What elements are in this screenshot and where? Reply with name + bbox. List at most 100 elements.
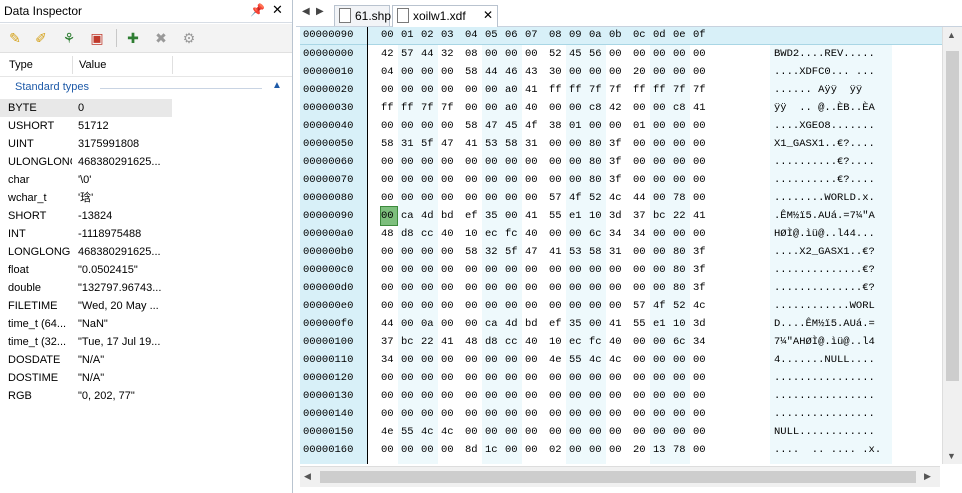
- type-value[interactable]: "N/A": [78, 351, 172, 369]
- hex-byte[interactable]: 00: [485, 189, 501, 207]
- hex-byte[interactable]: 38: [549, 117, 565, 135]
- hex-byte[interactable]: 00: [609, 279, 625, 297]
- hex-byte[interactable]: 00: [465, 153, 481, 171]
- hex-byte[interactable]: 00: [525, 153, 541, 171]
- ascii-text[interactable]: ............WORL: [774, 297, 875, 315]
- hex-byte[interactable]: 00: [569, 405, 585, 423]
- hex-byte[interactable]: 3f: [693, 243, 709, 261]
- type-value[interactable]: "Wed, 20 May ...: [78, 297, 172, 315]
- hex-byte[interactable]: 7f: [693, 81, 709, 99]
- tab-file-2[interactable]: xoilw1.xdf ✕: [392, 5, 498, 27]
- hex-byte[interactable]: ec: [485, 225, 501, 243]
- hex-byte[interactable]: 00: [693, 117, 709, 135]
- hex-byte[interactable]: 00: [465, 99, 481, 117]
- hex-byte[interactable]: 7f: [673, 81, 689, 99]
- hex-row[interactable]: 00000160 00 00 00 00 8d 1c 00 00 02 00 00 00 20 13 78 00…: [300, 441, 943, 459]
- hex-byte[interactable]: 20: [633, 63, 649, 81]
- hex-byte[interactable]: 00: [381, 153, 397, 171]
- hex-byte[interactable]: 3f: [609, 153, 625, 171]
- hex-byte[interactable]: 00: [485, 99, 501, 117]
- hex-byte[interactable]: 6c: [589, 225, 605, 243]
- hex-byte[interactable]: 4c: [441, 423, 457, 441]
- hex-byte[interactable]: 40: [441, 225, 457, 243]
- hex-byte[interactable]: d8: [401, 225, 417, 243]
- type-value[interactable]: 468380291625...: [78, 153, 172, 171]
- hex-byte[interactable]: 58: [465, 243, 481, 261]
- hex-byte[interactable]: 00: [381, 441, 397, 459]
- hex-byte[interactable]: 00: [465, 423, 481, 441]
- hex-row[interactable]: 00000050 58 31 5f 47 41 53 58 31 00 00 80 3f 00 00 00 00…: [300, 135, 943, 153]
- hex-row[interactable]: 00000140 00 00 00 00 00 00 00 00 00 00 00 00 00 00 00 00…: [300, 405, 943, 423]
- hex-byte[interactable]: 40: [609, 333, 625, 351]
- hex-byte[interactable]: 00: [589, 261, 605, 279]
- hex-byte[interactable]: 4f: [525, 117, 541, 135]
- hex-byte[interactable]: 00: [525, 441, 541, 459]
- hex-byte[interactable]: 00: [673, 405, 689, 423]
- hex-byte[interactable]: 00: [421, 189, 437, 207]
- hex-byte[interactable]: 41: [525, 81, 541, 99]
- inspector-row[interactable]: SHORT -13824: [0, 207, 292, 225]
- hex-byte[interactable]: 00: [401, 297, 417, 315]
- type-value[interactable]: "132797.96743...: [78, 279, 172, 297]
- hex-byte[interactable]: 00: [653, 243, 669, 261]
- hex-byte[interactable]: 00: [549, 405, 565, 423]
- hex-byte[interactable]: 80: [589, 135, 605, 153]
- hex-byte[interactable]: 00: [421, 369, 437, 387]
- hex-byte[interactable]: 45: [569, 45, 585, 63]
- ascii-text[interactable]: .ÊM½ï5.AUá.=7¼"A: [774, 207, 875, 225]
- hex-byte[interactable]: 00: [569, 279, 585, 297]
- hex-byte[interactable]: bd: [441, 207, 457, 225]
- hex-byte[interactable]: 00: [673, 171, 689, 189]
- hex-byte[interactable]: 10: [673, 315, 689, 333]
- hex-byte[interactable]: 4d: [421, 207, 437, 225]
- hex-row[interactable]: 00000110 34 00 00 00 00 00 00 00 4e 55 4c 4c 00 00 00 00…: [300, 351, 943, 369]
- scroll-right-icon[interactable]: ▶: [924, 471, 931, 482]
- ascii-text[interactable]: ..........€?....: [774, 171, 875, 189]
- hex-row[interactable]: 00000120 00 00 00 00 00 00 00 00 00 00 00 00 00 00 00 00…: [300, 369, 943, 387]
- ascii-text[interactable]: ..............€?: [774, 261, 875, 279]
- hex-byte[interactable]: 4f: [569, 189, 585, 207]
- hex-byte[interactable]: 52: [549, 45, 565, 63]
- hex-byte[interactable]: ef: [465, 207, 481, 225]
- hex-byte[interactable]: 00: [609, 45, 625, 63]
- hex-byte[interactable]: 00: [569, 135, 585, 153]
- hex-byte[interactable]: 00: [633, 243, 649, 261]
- hex-byte[interactable]: fc: [589, 333, 605, 351]
- hex-byte[interactable]: 04: [381, 63, 397, 81]
- hex-row[interactable]: 00000090 00 ca 4d bd ef 35 00 41 55 e1 10 3d 37 bc 22 41…: [300, 206, 943, 226]
- type-value[interactable]: 468380291625...: [78, 243, 172, 261]
- hex-byte[interactable]: 00: [673, 117, 689, 135]
- hex-byte[interactable]: 00: [653, 135, 669, 153]
- hex-byte[interactable]: 20: [633, 441, 649, 459]
- ascii-text[interactable]: ................: [774, 369, 875, 387]
- hex-byte[interactable]: 00: [609, 261, 625, 279]
- hex-byte[interactable]: 4c: [609, 351, 625, 369]
- hex-byte[interactable]: 44: [381, 315, 397, 333]
- hex-byte[interactable]: 00: [505, 153, 521, 171]
- collapse-chevron-icon[interactable]: ▲: [272, 80, 282, 91]
- hex-byte[interactable]: 00: [653, 261, 669, 279]
- hex-byte[interactable]: 00: [693, 441, 709, 459]
- hex-byte[interactable]: 00: [485, 297, 501, 315]
- hex-byte[interactable]: ff: [549, 81, 565, 99]
- inspector-row[interactable]: wchar_t '琀': [0, 189, 292, 207]
- hex-byte[interactable]: 00: [525, 297, 541, 315]
- hex-byte[interactable]: ff: [569, 81, 585, 99]
- hex-byte[interactable]: 00: [589, 441, 605, 459]
- hex-byte[interactable]: 00: [441, 441, 457, 459]
- hex-byte[interactable]: 00: [381, 405, 397, 423]
- hex-byte[interactable]: 00: [441, 387, 457, 405]
- hex-byte[interactable]: 00: [653, 171, 669, 189]
- value-column-header[interactable]: Value: [79, 59, 106, 71]
- hex-byte[interactable]: 00: [525, 405, 541, 423]
- hex-byte[interactable]: 00: [569, 63, 585, 81]
- scroll-thumb[interactable]: [946, 51, 959, 381]
- hex-byte[interactable]: 00: [653, 63, 669, 81]
- hex-byte[interactable]: 32: [441, 45, 457, 63]
- hex-byte[interactable]: 00: [633, 333, 649, 351]
- hex-byte[interactable]: 00: [465, 171, 481, 189]
- hex-byte[interactable]: 1c: [485, 441, 501, 459]
- hscroll-thumb[interactable]: [320, 471, 916, 483]
- hex-byte[interactable]: 13: [653, 441, 669, 459]
- hex-byte[interactable]: 00: [549, 387, 565, 405]
